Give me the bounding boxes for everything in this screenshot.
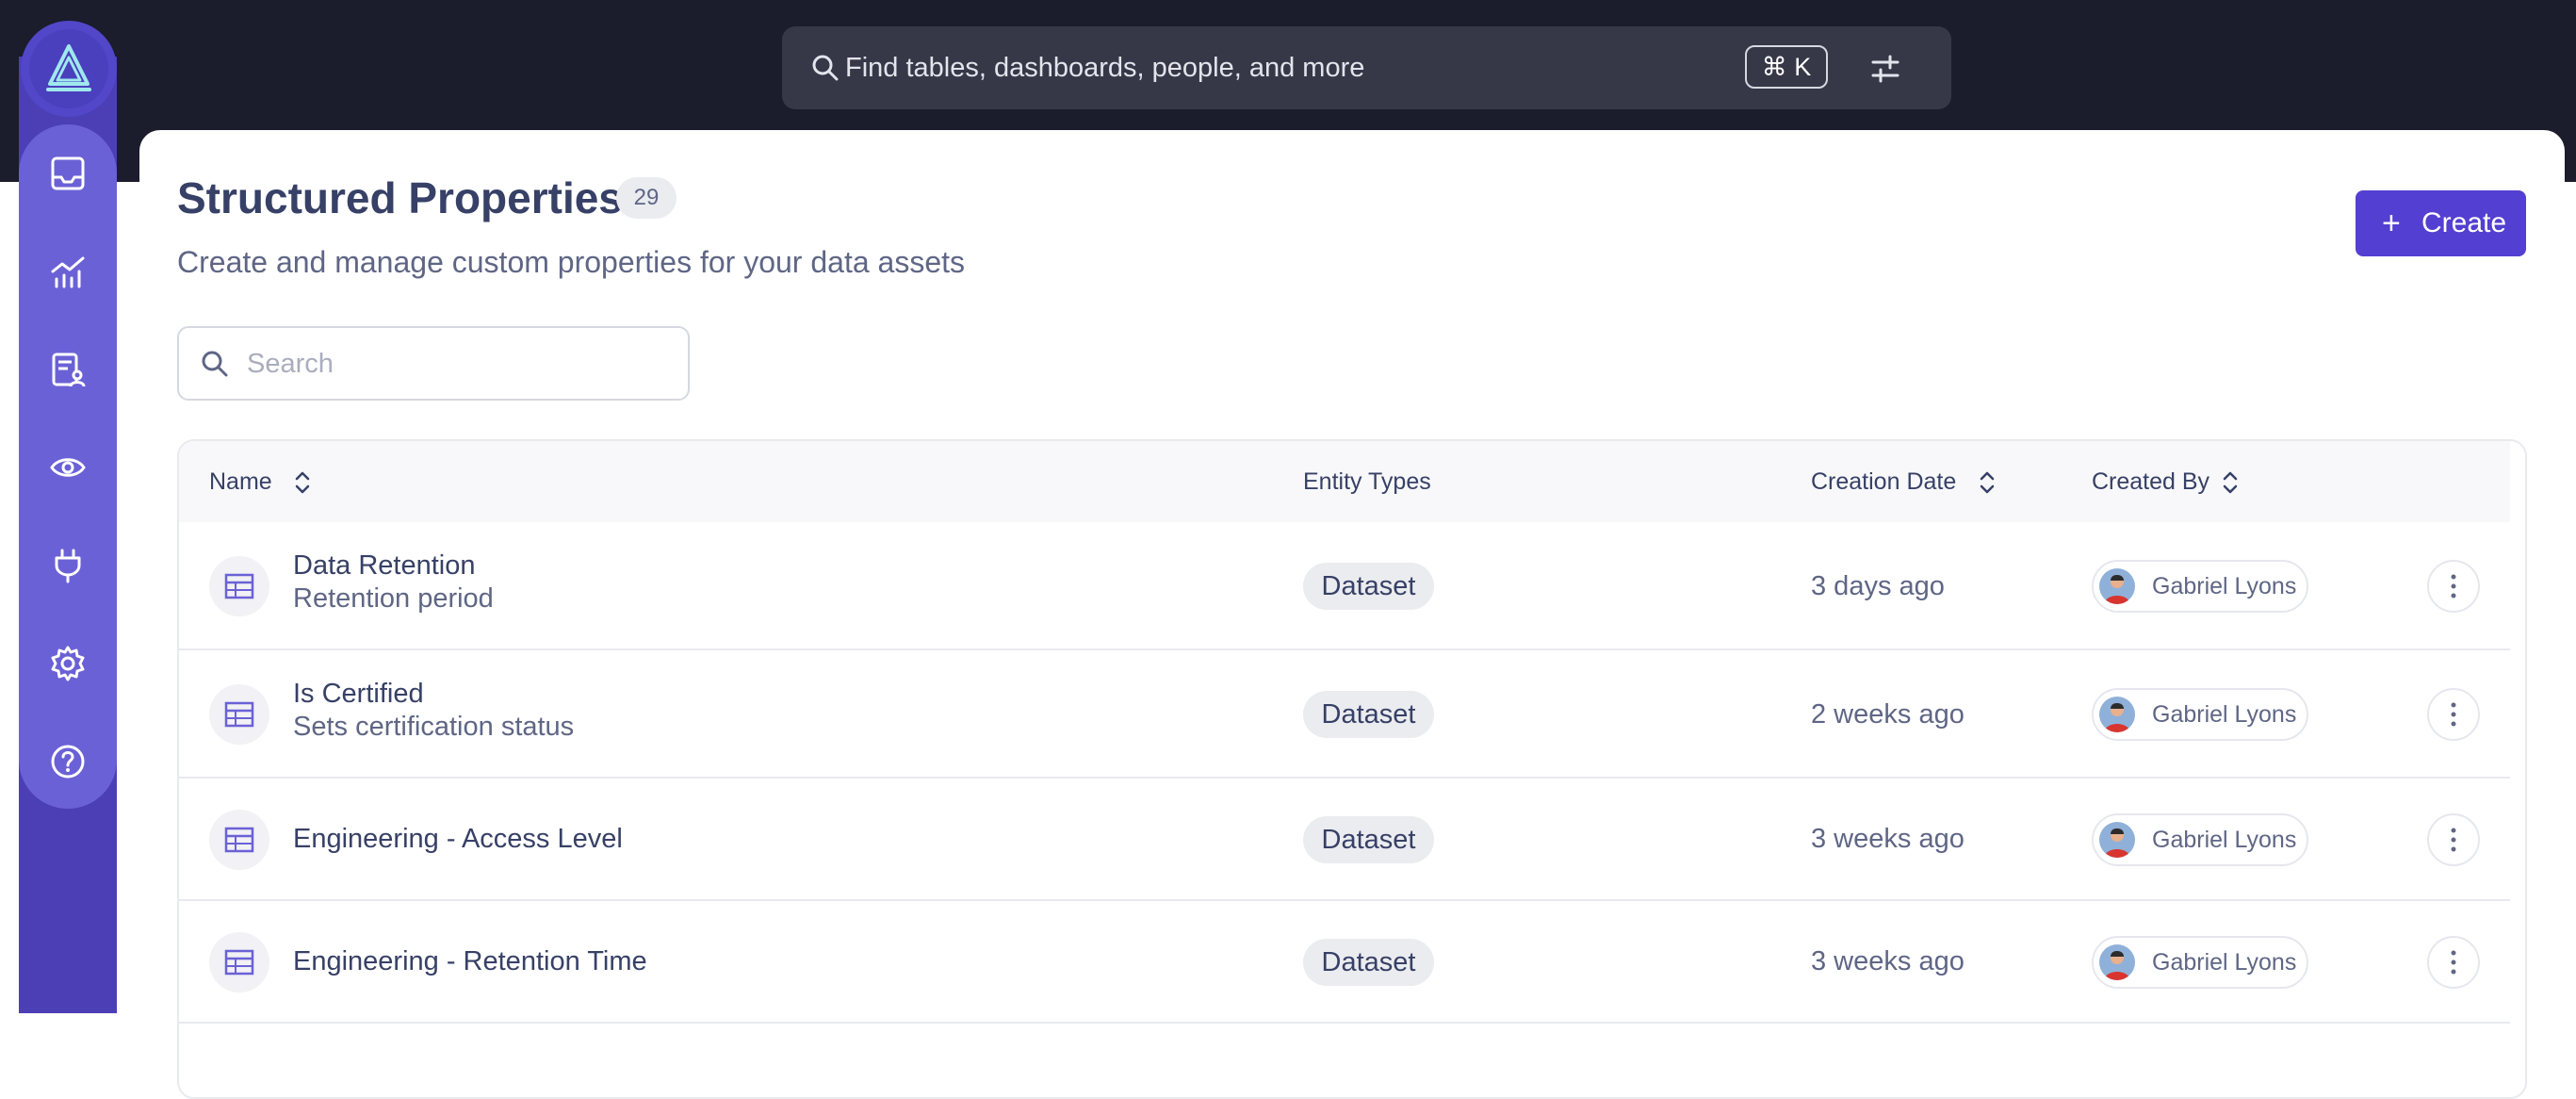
entity-type-tag: Dataset [1303, 939, 1434, 986]
more-vertical-icon [2451, 828, 2456, 852]
inbox-icon[interactable] [49, 155, 87, 192]
observe-eye-icon[interactable] [49, 449, 87, 486]
page-title: Structured Properties [177, 173, 623, 222]
app-logo[interactable] [21, 21, 117, 117]
keyboard-shortcut-badge: ⌘ K [1745, 45, 1828, 89]
property-name[interactable]: Engineering - Retention Time [293, 946, 647, 977]
plus-icon: + [2382, 205, 2401, 241]
user-name: Gabriel Lyons [2152, 827, 2297, 853]
filter-sliders-icon[interactable] [1864, 47, 1907, 90]
search-icon [202, 351, 228, 377]
creation-date: 3 weeks ago [1811, 946, 1965, 976]
property-search[interactable] [177, 326, 690, 401]
creation-date: 3 days ago [1811, 571, 1945, 601]
property-description: Retention period [293, 583, 494, 614]
sidebar-nav [19, 124, 117, 809]
create-button[interactable]: + Create [2356, 190, 2526, 256]
page-subtitle: Create and manage custom properties for … [177, 245, 965, 279]
created-by-user[interactable]: Gabriel Lyons [2092, 813, 2308, 866]
global-search-bar[interactable]: Find tables, dashboards, people, and mor… [782, 26, 1951, 109]
creation-date: 2 weeks ago [1811, 699, 1965, 730]
user-name: Gabriel Lyons [2152, 573, 2297, 599]
entity-type-tag: Dataset [1303, 816, 1434, 863]
property-name[interactable]: Engineering - Access Level [293, 824, 623, 855]
column-header-entity-types: Entity Types [1303, 468, 1431, 495]
dataset-table-icon [209, 932, 269, 992]
sort-icon[interactable] [1979, 469, 1996, 496]
property-name[interactable]: Is Certified [293, 679, 424, 710]
more-options-button[interactable] [2427, 560, 2480, 613]
global-search-placeholder: Find tables, dashboards, people, and mor… [845, 53, 1365, 83]
property-description: Sets certification status [293, 712, 575, 742]
avatar [2099, 944, 2135, 980]
column-header-name[interactable]: Name [209, 441, 272, 522]
ingestion-plug-icon[interactable] [49, 547, 87, 584]
sort-icon[interactable] [294, 469, 311, 496]
analytics-icon[interactable] [49, 253, 87, 290]
avatar [2099, 697, 2135, 732]
created-by-user[interactable]: Gabriel Lyons [2092, 936, 2308, 989]
sort-icon[interactable] [2222, 469, 2239, 496]
dataset-table-icon [209, 684, 269, 745]
avatar [2099, 568, 2135, 604]
more-options-button[interactable] [2427, 936, 2480, 989]
user-name: Gabriel Lyons [2152, 701, 2297, 728]
column-header-created-by[interactable]: Created By [2092, 441, 2209, 522]
entity-type-tag: Dataset [1303, 691, 1434, 738]
user-name: Gabriel Lyons [2152, 949, 2297, 976]
table-header: Name Entity Types Creation Date Created … [179, 441, 2510, 522]
governance-icon[interactable] [49, 351, 87, 388]
dataset-table-icon [209, 810, 269, 870]
column-header-creation-date[interactable]: Creation Date [1811, 441, 1956, 522]
more-options-button[interactable] [2427, 688, 2480, 741]
created-by-user[interactable]: Gabriel Lyons [2092, 688, 2308, 741]
help-question-icon[interactable] [49, 743, 87, 780]
properties-table: Name Entity Types Creation Date Created … [177, 439, 2527, 1099]
avatar [2099, 822, 2135, 858]
table-row[interactable]: Data Retention Retention period Dataset … [179, 522, 2510, 650]
table-row[interactable]: Is Certified Sets certification status D… [179, 650, 2510, 779]
dataset-table-icon [209, 556, 269, 616]
more-vertical-icon [2451, 574, 2456, 599]
settings-gear-icon[interactable] [49, 645, 87, 682]
more-vertical-icon [2451, 950, 2456, 975]
property-count-badge: 29 [616, 177, 677, 219]
table-row[interactable]: Engineering - Retention Time Dataset 3 w… [179, 901, 2510, 1024]
search-icon [812, 55, 839, 81]
table-row[interactable]: Engineering - Access Level Dataset 3 wee… [179, 779, 2510, 901]
logo-icon [46, 44, 91, 91]
property-name[interactable]: Data Retention [293, 550, 475, 582]
create-button-label: Create [2421, 207, 2507, 238]
more-vertical-icon [2451, 702, 2456, 727]
creation-date: 3 weeks ago [1811, 824, 1965, 854]
entity-type-tag: Dataset [1303, 563, 1434, 610]
created-by-user[interactable]: Gabriel Lyons [2092, 560, 2308, 613]
more-options-button[interactable] [2427, 813, 2480, 866]
search-input[interactable] [245, 339, 663, 388]
